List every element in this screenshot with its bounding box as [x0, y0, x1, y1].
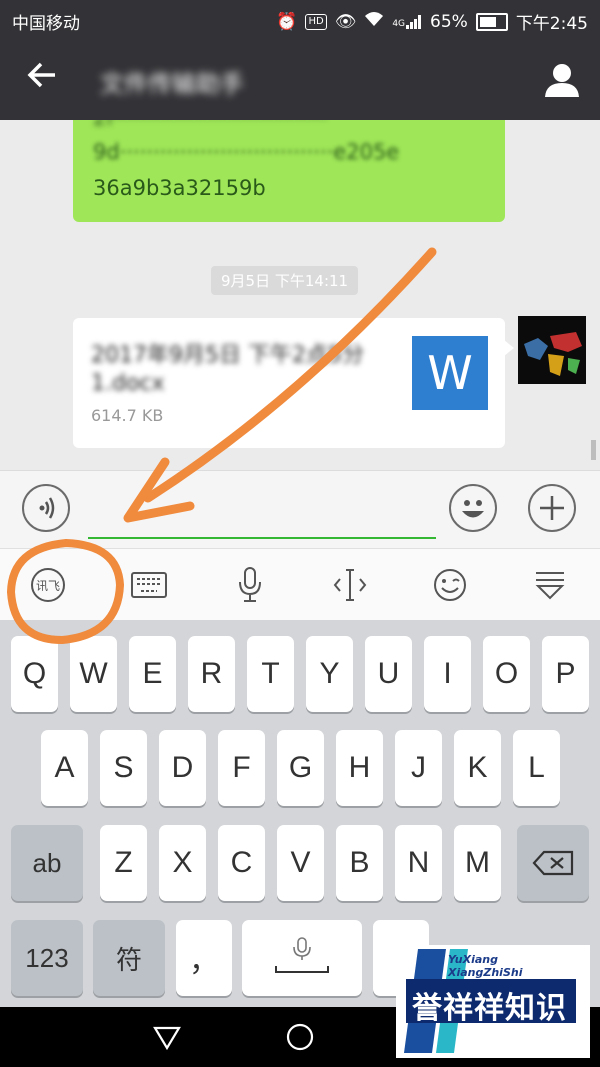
key-t[interactable]: T	[247, 636, 294, 712]
message-line: 2f································	[93, 120, 327, 130]
key-q[interactable]: Q	[11, 636, 58, 712]
key-y[interactable]: Y	[306, 636, 353, 712]
key-r[interactable]: R	[188, 636, 235, 712]
key-d[interactable]: D	[159, 730, 206, 806]
nav-home-icon[interactable]	[285, 1022, 315, 1052]
message-input[interactable]	[88, 491, 436, 539]
cursor-move-icon[interactable]	[328, 563, 372, 607]
back-arrow-icon[interactable]	[20, 58, 64, 102]
watermark-subtitle: YuXiang XiangZhiShi	[448, 953, 523, 979]
title-bar: 文件传输助手	[0, 40, 600, 120]
watermark-logo: YuXiang XiangZhiShi 誉祥祥知识	[396, 945, 590, 1058]
file-message-card[interactable]: 2017年9月5日 下午2点5分 1.docx 614.7 KB W	[73, 318, 514, 448]
sent-message-bubble[interactable]: 2f································ 9d···…	[73, 120, 505, 222]
alarm-icon: ⏰	[276, 11, 298, 32]
key-h[interactable]: H	[336, 730, 383, 806]
message-line: 9d································e205e	[93, 140, 400, 164]
backspace-key[interactable]	[517, 825, 589, 901]
eye-icon: 👁	[334, 11, 357, 32]
key-f[interactable]: F	[218, 730, 265, 806]
voice-wave-icon	[39, 497, 55, 519]
key-u[interactable]: U	[365, 636, 412, 712]
key-b[interactable]: B	[336, 825, 383, 901]
message-line: 36a9b3a32159b	[93, 176, 266, 200]
key-g[interactable]: G	[277, 730, 324, 806]
timestamp-badge: 9月5日 下午14:11	[211, 266, 359, 295]
wifi-icon	[364, 11, 384, 32]
file-size: 614.7 KB	[91, 406, 164, 425]
carrier-name: 中国移动	[12, 14, 80, 34]
watermark-title: 誉祥祥知识	[412, 991, 567, 1026]
word-document-icon: W	[412, 336, 488, 410]
key-c[interactable]: C	[218, 825, 265, 901]
chat-title: 文件传输助手	[100, 70, 244, 98]
key-j[interactable]: J	[395, 730, 442, 806]
key-v[interactable]: V	[277, 825, 324, 901]
key-l[interactable]: L	[513, 730, 560, 806]
key-o[interactable]: O	[483, 636, 530, 712]
key-n[interactable]: N	[395, 825, 442, 901]
hd-icon: HD	[305, 13, 327, 30]
person-icon[interactable]	[542, 60, 582, 100]
clock: 下午2:45	[515, 14, 588, 34]
key-x[interactable]: X	[159, 825, 206, 901]
ime-toolbar: 讯飞	[0, 548, 600, 621]
avatar[interactable]	[518, 316, 586, 384]
key-e[interactable]: E	[129, 636, 176, 712]
signal-icon: 4G	[392, 14, 422, 29]
status-bar: 中国移动 ⏰ HD 👁 4G 65% 下午2:45	[0, 0, 600, 40]
smiley-icon	[462, 500, 484, 518]
key-w[interactable]: W	[70, 636, 117, 712]
voice-mode-button[interactable]	[22, 484, 70, 532]
more-button[interactable]	[528, 484, 576, 532]
key-m[interactable]: M	[454, 825, 501, 901]
nav-back-icon[interactable]	[152, 1022, 182, 1052]
battery-icon	[475, 12, 508, 31]
key-i[interactable]: I	[424, 636, 471, 712]
key-symbols[interactable]: 符	[93, 920, 165, 996]
space-mic-icon	[275, 937, 329, 973]
emoticon-icon[interactable]	[428, 563, 472, 607]
key-ab[interactable]: ab	[11, 825, 83, 901]
svg-text:讯飞: 讯飞	[36, 579, 60, 593]
key-123[interactable]: 123	[11, 920, 83, 996]
input-bar	[0, 470, 600, 549]
battery-percent: 65%	[430, 11, 468, 32]
plus-icon	[540, 496, 564, 520]
keyboard-icon[interactable]	[127, 563, 171, 607]
backspace-icon	[532, 850, 574, 876]
key-space[interactable]	[242, 920, 362, 996]
microphone-icon[interactable]	[228, 563, 272, 607]
hide-keyboard-icon[interactable]	[528, 563, 572, 607]
xunfei-logo-icon[interactable]: 讯飞	[26, 563, 70, 607]
key-z[interactable]: Z	[100, 825, 147, 901]
file-name: 2017年9月5日 下午2点5分 1.docx	[91, 343, 364, 396]
key-p[interactable]: P	[542, 636, 589, 712]
emoji-button[interactable]	[449, 484, 497, 532]
chat-area[interactable]: 2f································ 9d···…	[0, 120, 600, 470]
key-comma[interactable]: ，	[176, 920, 232, 996]
scrollbar-thumb[interactable]	[591, 440, 596, 460]
key-s[interactable]: S	[100, 730, 147, 806]
key-k[interactable]: K	[454, 730, 501, 806]
key-a[interactable]: A	[41, 730, 88, 806]
